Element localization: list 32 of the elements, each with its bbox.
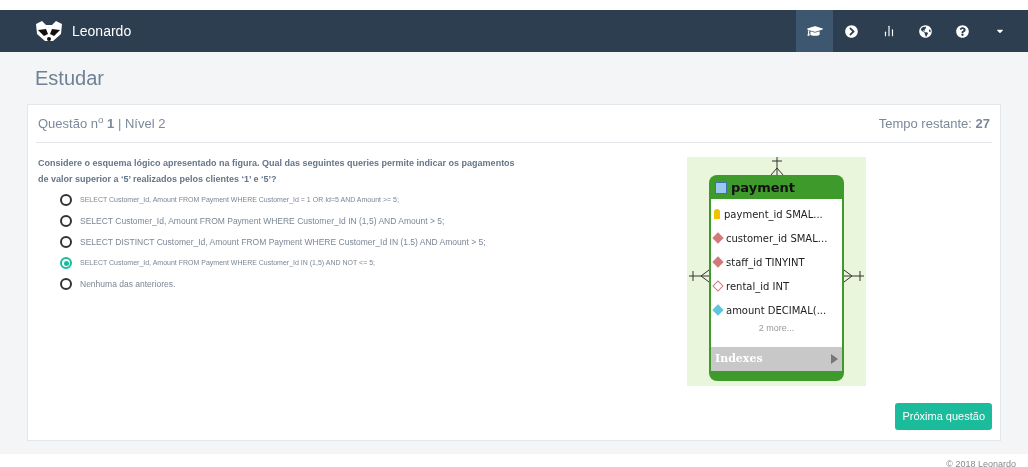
radio-button[interactable]: [60, 215, 72, 227]
crow-foot-icon: [770, 157, 784, 175]
play-triangle-icon: [831, 354, 838, 364]
crow-foot-icon: [689, 269, 709, 283]
radio-button[interactable]: [60, 194, 72, 206]
option-text: Nenhuma das anteriores.: [80, 278, 176, 291]
table-icon: [715, 182, 727, 194]
footer-copyright: © 2018 Leonardo: [946, 458, 1016, 467]
brand-name[interactable]: Leonardo: [72, 20, 132, 42]
question-header: Questão n$^{o}$ 1 | Nível 2: [38, 113, 166, 133]
help-icon: [956, 24, 969, 38]
radio-button[interactable]: [60, 278, 72, 290]
nav-button[interactable]: [796, 10, 833, 52]
table-name: payment: [731, 179, 795, 198]
question-text: Considere o esquema lógico apresentado na figura. Qual das seguintes queries permite indicar os pagamentos de valor superior a ‘5’ realizados pelos clientes ‘1’ e ‘5’?: [38, 157, 516, 186]
crow-foot-icon: [844, 269, 864, 283]
column-name: amount DECIMAL(...: [726, 303, 827, 318]
column-name: customer_id SMAL...: [726, 231, 828, 246]
key-icon: [714, 209, 720, 219]
option-text: SELECT DISTINCT Customer_Id, Amount FROM Payment WHERE Customer_Id IN (1.5) AND Amount > 5;: [80, 236, 486, 249]
globe-icon: [919, 24, 932, 38]
column-name: staff_id TINYINT: [726, 255, 805, 270]
raccoon-logo-icon: [34, 20, 64, 42]
radio-button[interactable]: [60, 257, 72, 269]
radio-button[interactable]: [60, 236, 72, 248]
column-name: payment_id SMAL...: [724, 207, 823, 222]
more-columns-text: 2 more...: [757, 322, 796, 335]
column-name: rental_id INT: [726, 279, 790, 294]
timer: Tempo restante: 27: [878, 114, 990, 133]
graduation-cap-icon: [806, 23, 823, 39]
option-text: SELECT Customer_Id, Amount FROM Payment WHERE Customer_Id IN (1,5) AND Amount > 5;: [80, 215, 445, 228]
page-title: Estudar: [34, 66, 105, 91]
